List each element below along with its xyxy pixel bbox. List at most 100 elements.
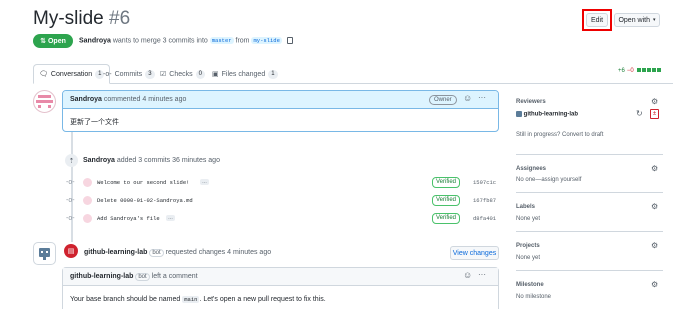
reviewers-label[interactable]: Reviewers [516,99,546,105]
kebab-menu-icon[interactable]: ··· [478,93,486,102]
tab-counter: 1 [268,69,278,79]
comment-body: 更新了一个文件 [70,119,119,126]
checklist-icon: ☑ [160,71,167,78]
comment-body: Your base branch should be named main. L… [70,296,326,303]
comment-meta: Sandroya commented 4 minutes ago [70,96,186,103]
sidebar-divider [516,270,663,271]
repo-push-icon: ⇡ [65,154,78,167]
tab-label: Checks [169,70,193,78]
tab-label: Files changed [221,70,266,78]
event-author[interactable]: Sandroya [83,157,115,164]
tab-conversation[interactable]: 🗨 Conversation 1 [33,64,111,84]
commit-expand-button[interactable]: … [200,179,209,185]
verified-badge[interactable]: Verified [432,194,461,206]
view-changes-button[interactable]: View changes [450,246,499,260]
commit-sha[interactable]: 167fb87 [473,197,496,204]
smiley-icon[interactable]: ☺ [463,270,472,280]
review-event: github-learning-lab bot requested change… [84,249,271,257]
commit-icon: -o- [66,196,75,204]
avatar[interactable] [83,195,92,205]
commits-event: Sandroya added 3 commits 36 minutes ago [83,157,220,164]
tab-counter: 3 [145,69,155,79]
reviewer-item[interactable]: github-learning-lab [516,111,578,118]
smiley-icon[interactable]: ☺ [463,93,472,103]
review-action: requested changes 4 minutes ago [165,249,272,256]
gear-icon[interactable]: ⚙ [651,280,658,289]
sidebar-divider [516,231,663,232]
edit-button[interactable]: Edit [586,13,608,27]
tab-commits[interactable]: -o- Commits 3 [103,64,155,84]
head-branch[interactable]: my-slide [251,37,282,45]
tab-files-changed[interactable]: ▣ Files changed 1 [212,64,278,84]
merge-text-2: from [235,37,250,45]
commit-icon: -o- [66,178,75,186]
projects-label[interactable]: Projects [516,243,540,249]
kebab-menu-icon[interactable]: ··· [478,270,486,279]
comment-author[interactable]: github-learning-lab [70,273,133,280]
convert-to-draft-hint[interactable]: Still in progress? Convert to draft [516,132,603,138]
comment-body-text: Your base branch should be named [70,296,181,303]
diff-deletions: −0 [626,68,634,74]
pr-title-text: My-slide [33,8,104,29]
commit-row: -o- Add Sandroya's file … Verified d8fa4… [62,211,499,225]
comment-action: left a comment [151,273,198,280]
commit-message[interactable]: Add Sandroya's file [97,215,160,222]
verified-badge[interactable]: Verified [432,212,461,224]
chevron-down-icon: ▾ [653,17,656,23]
commit-icon: -o- [66,214,75,222]
commit-message[interactable]: Welcome to our second slide! [97,179,189,186]
avatar[interactable] [33,90,56,113]
commit-sha[interactable]: d8fa401 [473,215,496,222]
comment-header: github-learning-lab bot left a comment ☺… [63,268,498,286]
review-author[interactable]: github-learning-lab [84,249,147,256]
commit-expand-button[interactable]: … [166,215,175,221]
pr-title: My-slide #6 [33,8,130,30]
comment-box: Sandroya commented 4 minutes ago Owner ☺… [62,90,499,132]
gear-icon[interactable]: ⚙ [651,164,658,173]
base-branch[interactable]: master [209,37,234,45]
copy-icon[interactable] [286,37,293,44]
state-label: Open [47,37,66,45]
gear-icon[interactable]: ⚙ [651,241,658,250]
labels-label[interactable]: Labels [516,204,535,210]
assignees-value[interactable]: No one—assign yourself [516,177,581,183]
bot-badge: bot [135,273,150,281]
tab-label: Commits [114,70,143,78]
owner-badge: Owner [429,95,457,105]
comment-box: github-learning-lab bot left a comment ☺… [62,267,499,309]
avatar[interactable] [33,242,56,265]
avatar [516,111,522,117]
diffstat: +6 −0 [618,68,661,74]
gear-icon[interactable]: ⚙ [651,202,658,211]
pull-request-icon: ⇅ [40,38,46,45]
event-action: added 3 commits 36 minutes ago [116,157,220,164]
file-diff-icon: ▤ [64,244,78,258]
open-with-button[interactable]: Open with ▾ [614,13,660,27]
comment-author[interactable]: Sandroya [70,96,102,103]
merge-text-1: wants to merge 3 commits into [112,37,208,45]
avatar[interactable] [83,213,92,223]
conversation-icon: 🗨 [39,71,48,78]
gear-icon[interactable]: ⚙ [651,97,658,106]
tab-counter: 0 [195,69,205,79]
verified-badge[interactable]: Verified [432,176,461,188]
state-badge: ⇅ Open [33,34,73,48]
avatar[interactable] [83,177,92,187]
comment-meta: github-learning-lab bot left a comment [70,273,198,281]
milestone-label[interactable]: Milestone [516,282,544,288]
sidebar-divider [516,154,663,155]
commit-message[interactable]: Delete 0000-01-02-Sandroya.md [97,197,193,204]
merge-author[interactable]: Sandroya [79,37,111,44]
tab-checks[interactable]: ☑ Checks 0 [160,64,205,84]
milestone-value: No milestone [516,294,552,300]
file-diff-icon: ▣ [212,71,219,78]
changes-requested-icon: ± [650,109,659,119]
commit-sha[interactable]: 1597c1c [473,179,496,186]
commit-row: -o- Delete 0000-01-02-Sandroya.md Verifi… [62,193,499,207]
pr-number: #6 [109,8,131,29]
comment-action: commented 4 minutes ago [103,96,187,103]
commit-icon: -o- [103,70,112,78]
re-request-icon[interactable]: ↻ [636,109,643,118]
sidebar-divider [516,192,663,193]
assignees-label[interactable]: Assignees [516,166,546,172]
